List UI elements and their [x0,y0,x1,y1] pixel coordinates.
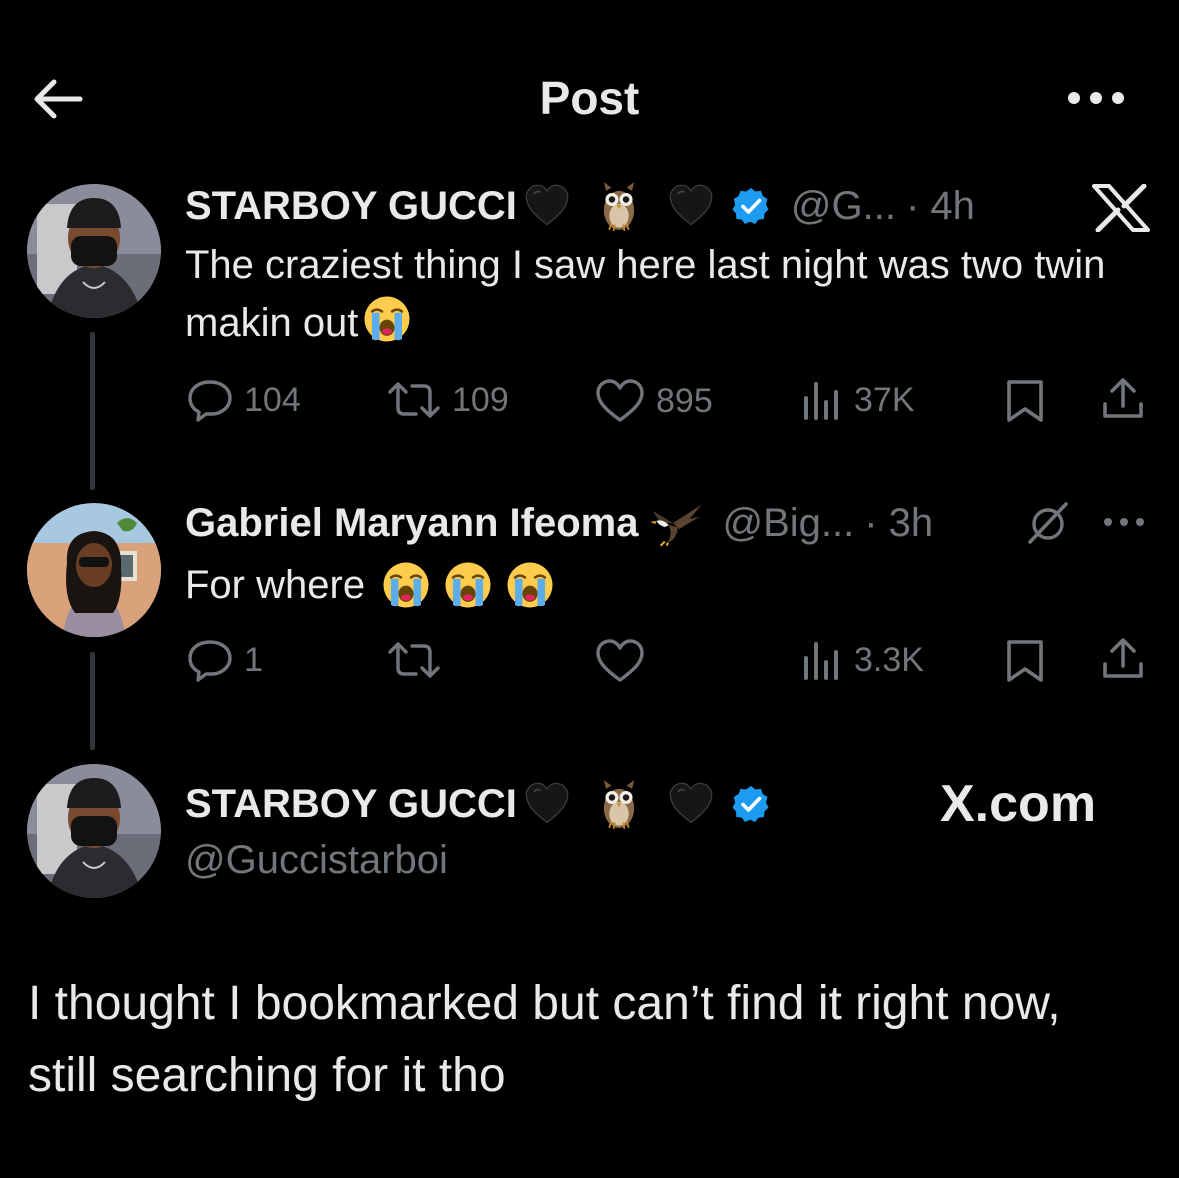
reply-icon [188,380,232,422]
share-icon [1103,638,1143,678]
author-handle[interactable]: @Guccistarboi [185,836,448,884]
page-title: Post [539,72,640,124]
bookmark-button[interactable] [1004,378,1046,429]
crying-face-emoji [444,561,492,609]
author-header: STARBOY GUCCI [185,778,771,830]
grok-button[interactable] [1024,500,1072,551]
verified-badge-icon [730,186,771,226]
owl-emoji [602,181,635,232]
repost-button[interactable] [386,640,452,680]
eagle-emoji [649,503,704,547]
reply-button[interactable]: 104 [186,378,301,422]
share-icon [1103,378,1143,418]
thread-line [90,652,95,750]
x-logo-button[interactable] [1092,183,1150,237]
views-chart-icon [804,642,838,680]
tweet-text: The craziest thing I saw here last night… [185,236,1145,352]
bookmark-button[interactable] [1004,638,1046,689]
tweet-header: Gabriel Maryann Ifeoma @Big... · 3h [185,498,933,548]
reply-icon [188,640,232,682]
owl-emoji [602,779,635,830]
black-heart-emoji [525,782,569,824]
author-name[interactable]: STARBOY GUCCI [185,182,517,230]
thread-line [90,332,95,490]
heart-icon [596,379,644,422]
crying-face-emoji [506,561,554,609]
like-button[interactable] [594,638,656,684]
view-count: 3.3K [854,640,924,679]
repost-count: 109 [452,380,509,419]
x-logo-icon [1092,183,1150,233]
reply-count: 104 [244,380,301,419]
tweet-more-button[interactable] [1100,512,1148,537]
arrow-left-icon [34,79,83,119]
tweet-header: STARBOY GUCCI @G... · 4h [185,180,975,232]
view-count: 37K [854,380,915,419]
post-text: I thought I bookmarked but can’t find it… [28,977,1061,1102]
black-heart-emoji [669,782,713,824]
heart-icon [596,639,644,682]
crying-face-emoji [363,295,412,343]
share-button[interactable] [1100,376,1146,427]
post-time[interactable]: · 3h [864,499,933,547]
verified-badge-icon [730,784,771,824]
crying-face-emoji [382,561,430,609]
views-button[interactable]: 37K [802,380,915,420]
author-name[interactable]: Gabriel Maryann Ifeoma [185,499,638,547]
author-handle[interactable]: @Big... [722,499,854,547]
share-button[interactable] [1100,636,1146,687]
tweet-text-content: The craziest thing I saw here last night… [185,243,1106,345]
avatar-image [27,184,161,318]
views-chart-icon [804,382,838,420]
author-name[interactable]: STARBOY GUCCI [185,780,517,828]
x-com-brand: X.com [940,775,1097,833]
like-button[interactable]: 895 [594,378,713,424]
avatar-image [27,764,161,898]
like-count: 895 [656,381,713,420]
reply-button[interactable]: 1 [186,638,263,682]
tweet-text: For where [185,556,555,614]
repost-icon [388,642,440,678]
repost-button[interactable]: 109 [386,380,509,420]
grok-icon [1028,502,1068,544]
avatar[interactable] [27,184,161,318]
avatar[interactable] [27,764,161,898]
back-button[interactable] [30,74,90,124]
avatar-image [27,503,161,637]
tweet-text-content: For where [185,563,366,607]
post-time[interactable]: · 4h [906,182,975,230]
more-icon [1104,518,1144,526]
black-heart-emoji [525,184,569,226]
more-icon [1068,92,1124,104]
bookmark-icon [1007,640,1043,682]
more-options-button[interactable] [1064,84,1128,112]
repost-icon [388,382,440,418]
black-heart-emoji [669,184,713,226]
reply-count: 1 [244,640,263,679]
views-button[interactable]: 3.3K [802,640,924,680]
avatar[interactable] [27,503,161,637]
author-handle[interactable]: @G... [791,182,896,230]
bookmark-icon [1007,380,1043,422]
